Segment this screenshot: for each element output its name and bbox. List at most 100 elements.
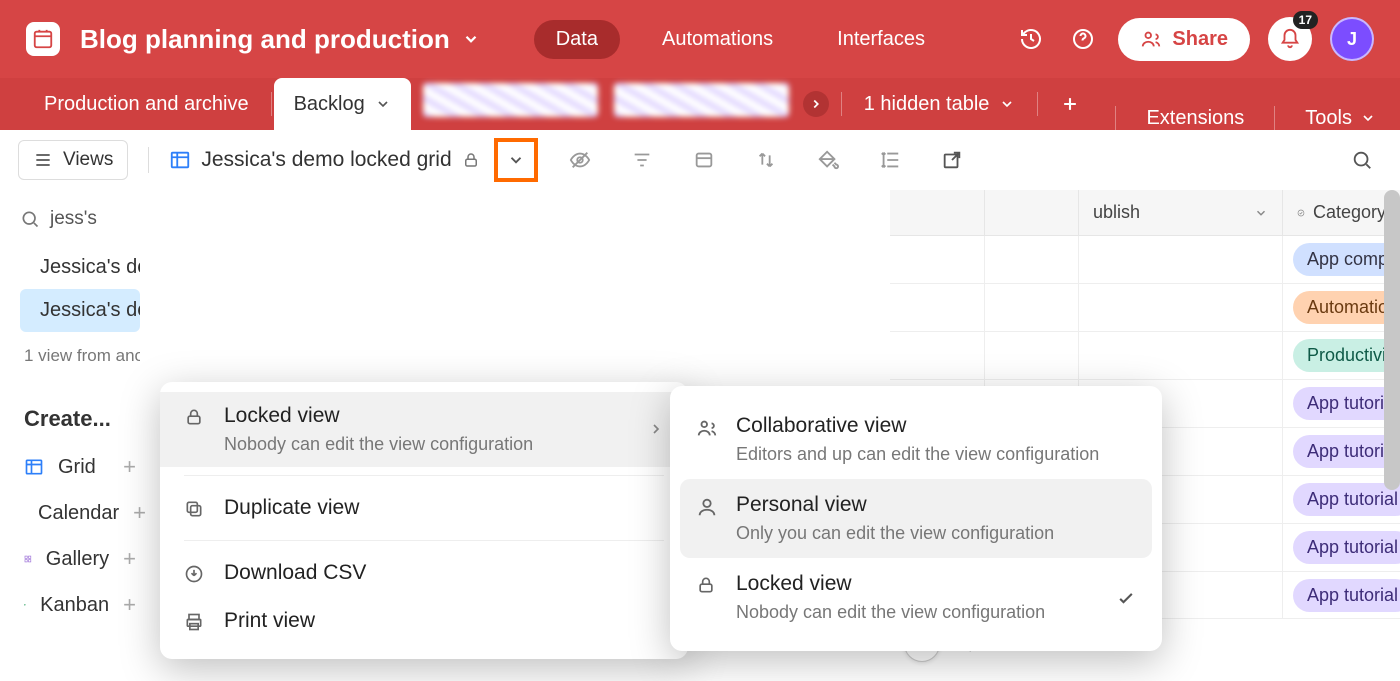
hidden-tables-label: 1 hidden table — [864, 93, 990, 116]
tab-separator — [841, 92, 842, 116]
chevron-down-icon[interactable] — [375, 96, 391, 112]
tools-button[interactable]: Tools — [1305, 107, 1376, 130]
chevron-right-icon — [648, 421, 664, 437]
cell-publish[interactable] — [1078, 332, 1282, 379]
cell-publish[interactable] — [1078, 284, 1282, 331]
nav-automations[interactable]: Automations — [640, 20, 795, 59]
cell-category[interactable]: App tutorial — [1282, 572, 1400, 619]
chevron-down-icon — [462, 30, 480, 48]
menu-item-title: Duplicate view — [224, 496, 664, 520]
create-kanban-view[interactable]: Kanban + — [20, 582, 140, 628]
menu-duplicate-view[interactable]: Duplicate view — [160, 484, 688, 532]
plus-icon: + — [123, 454, 136, 480]
cell-category[interactable]: Automation — [1282, 284, 1400, 331]
lock-icon — [696, 575, 716, 595]
grid-row[interactable]: Automation — [890, 284, 1400, 332]
current-view[interactable]: Jessica's demo locked grid — [169, 148, 479, 172]
column-header-category[interactable]: Category — [1282, 190, 1400, 235]
chevron-down-icon[interactable] — [1254, 206, 1268, 220]
cell-category[interactable]: App tutorial — [1282, 428, 1400, 475]
hide-fields-button[interactable] — [560, 140, 600, 180]
view-name-text: Jessica's demo locked grid — [201, 148, 451, 172]
notifications-button[interactable]: 17 — [1268, 17, 1312, 61]
view-list-item[interactable]: Jessica's demo grid — [20, 246, 140, 289]
plus-icon: + — [123, 546, 136, 572]
user-avatar[interactable]: J — [1330, 17, 1374, 61]
view-options-menu: Locked view Nobody can edit the view con… — [160, 382, 688, 659]
lock-icon — [184, 407, 204, 427]
create-label: Kanban — [40, 594, 109, 617]
filter-button[interactable] — [622, 140, 662, 180]
row-number — [890, 332, 984, 379]
table-tab-backlog[interactable]: Backlog — [274, 78, 411, 130]
create-grid-view[interactable]: Grid + — [20, 444, 140, 490]
category-pill: App tutorial — [1293, 531, 1400, 564]
cell-category[interactable]: Productivity — [1282, 332, 1400, 379]
cell-category[interactable]: App tutorial — [1282, 524, 1400, 571]
sort-button[interactable] — [746, 140, 786, 180]
view-item-label: Jessica's demo locked grid — [40, 299, 140, 322]
nav-data[interactable]: Data — [534, 20, 620, 59]
base-title[interactable]: Blog planning and production — [80, 24, 480, 55]
plus-icon: + — [133, 500, 146, 526]
menu-icon — [33, 150, 53, 170]
grid-icon — [169, 149, 191, 171]
row-number-header — [890, 190, 984, 235]
share-button[interactable]: Share — [1118, 18, 1250, 61]
search-records-button[interactable] — [1342, 140, 1382, 180]
menu-download-csv[interactable]: Download CSV — [160, 549, 688, 597]
extensions-button[interactable]: Extensions — [1146, 107, 1244, 130]
redacted-tab[interactable] — [614, 83, 789, 117]
redacted-tab[interactable] — [423, 83, 598, 117]
menu-print-view[interactable]: Print view — [160, 597, 688, 645]
base-name-text: Blog planning and production — [80, 24, 450, 55]
menu-locked-view[interactable]: Locked view Nobody can edit the view con… — [160, 392, 688, 467]
bell-icon — [1279, 28, 1301, 50]
view-item-label: Jessica's demo grid — [40, 256, 140, 279]
table-tab-production[interactable]: Production and archive — [24, 78, 269, 130]
hidden-tables[interactable]: 1 hidden table — [844, 78, 1036, 130]
view-options-button[interactable] — [494, 138, 538, 182]
scrollbar-thumb[interactable] — [1384, 190, 1400, 490]
category-pill: App tutorial — [1293, 579, 1400, 612]
help-icon[interactable] — [1066, 22, 1100, 56]
history-icon[interactable] — [1014, 22, 1048, 56]
views-sidebar: jess's Jessica's demo grid Jessica's dem… — [0, 190, 160, 638]
cell-publish[interactable] — [1078, 236, 1282, 283]
grid-row[interactable]: App comparison — [890, 236, 1400, 284]
view-search-input[interactable]: jess's — [20, 200, 140, 246]
submenu-personal[interactable]: Personal view Only you can edit the view… — [680, 479, 1152, 558]
cell-category[interactable]: App tutorial — [1282, 380, 1400, 427]
views-sidebar-toggle[interactable]: Views — [18, 140, 128, 180]
plus-icon: + — [123, 592, 136, 618]
group-button[interactable] — [684, 140, 724, 180]
add-table-button[interactable] — [1040, 78, 1100, 130]
scroll-tabs-right[interactable] — [803, 91, 829, 117]
nav-interfaces[interactable]: Interfaces — [815, 20, 947, 59]
view-permission-submenu: Collaborative view Editors and up can ed… — [670, 386, 1162, 651]
submenu-collaborative[interactable]: Collaborative view Editors and up can ed… — [680, 400, 1152, 479]
submenu-locked[interactable]: Locked view Nobody can edit the view con… — [680, 558, 1152, 637]
create-gallery-view[interactable]: Gallery + — [20, 536, 140, 582]
grid-row[interactable]: Productivity — [890, 332, 1400, 380]
tools-label: Tools — [1305, 107, 1352, 130]
people-icon — [696, 417, 718, 439]
person-icon — [696, 496, 718, 518]
cell-category[interactable]: App comparison — [1282, 236, 1400, 283]
share-view-button[interactable] — [932, 140, 972, 180]
cell-category[interactable]: App tutorial — [1282, 476, 1400, 523]
color-button[interactable] — [808, 140, 848, 180]
column-header-publish[interactable]: ublish — [1078, 190, 1282, 235]
row-number — [890, 236, 984, 283]
create-calendar-view[interactable]: Calendar + — [20, 490, 140, 536]
chevron-right-icon — [809, 97, 823, 111]
check-circle-icon — [1297, 205, 1305, 221]
row-height-button[interactable] — [870, 140, 910, 180]
view-list-item[interactable]: Jessica's demo locked grid — [20, 289, 140, 332]
search-icon — [20, 209, 40, 229]
column-label: Category — [1313, 202, 1386, 223]
grid-icon — [24, 457, 44, 477]
base-icon[interactable] — [26, 22, 60, 56]
check-icon — [1116, 588, 1136, 608]
create-label: Calendar — [38, 502, 119, 525]
